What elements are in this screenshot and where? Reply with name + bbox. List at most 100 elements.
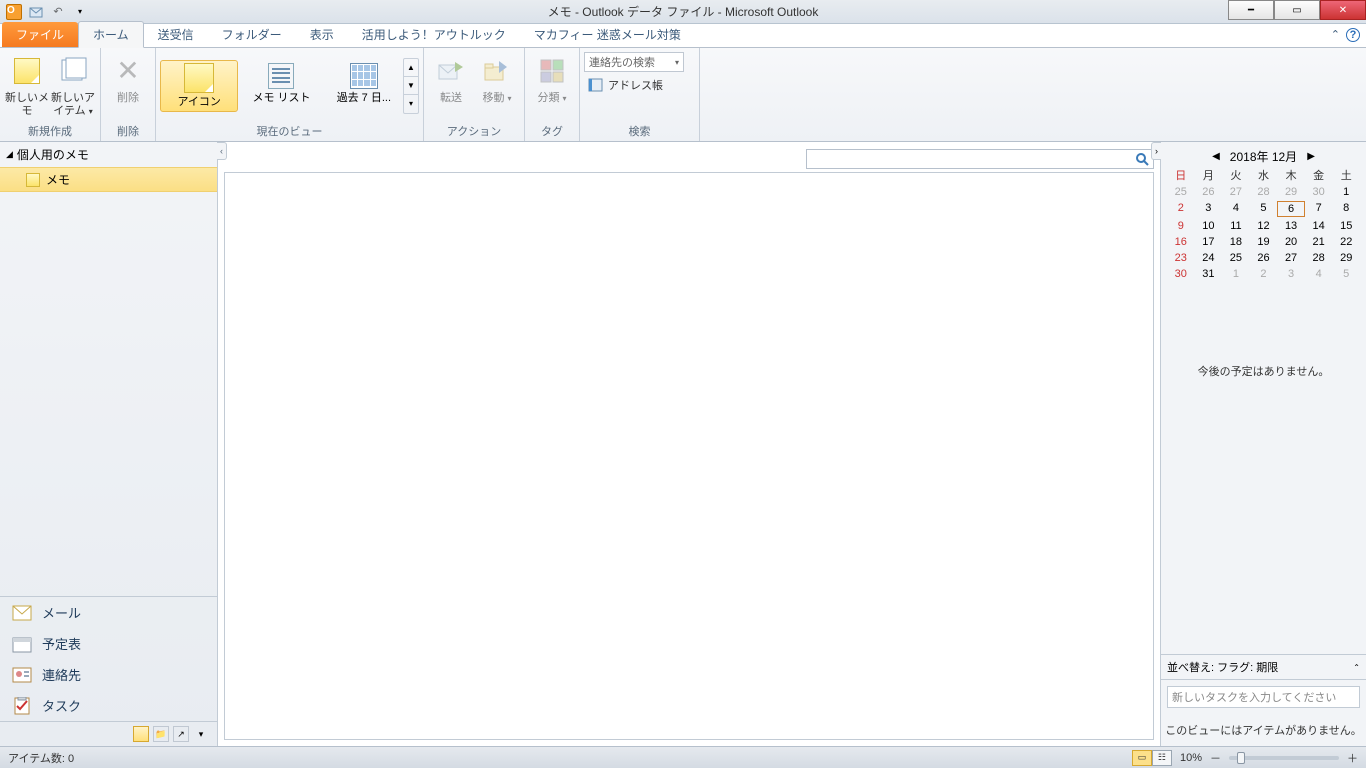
calendar-day[interactable]: 5 — [1250, 201, 1278, 217]
tab-home[interactable]: ホーム — [78, 21, 144, 48]
zoom-out-icon[interactable]: － — [1210, 750, 1221, 766]
calendar-day[interactable]: 26 — [1250, 251, 1278, 265]
calendar-day[interactable]: 27 — [1222, 185, 1250, 199]
new-task-input[interactable]: 新しいタスクを入力してください — [1167, 686, 1360, 708]
gallery-more-icon[interactable]: ▾ — [404, 95, 418, 113]
calendar-day[interactable]: 2 — [1250, 267, 1278, 281]
calendar-grid[interactable]: 2526272829301234567891011121314151617181… — [1161, 183, 1366, 283]
tab-folder[interactable]: フォルダー — [208, 22, 296, 47]
zoom-slider[interactable] — [1229, 756, 1339, 760]
calendar-day[interactable]: 19 — [1250, 235, 1278, 249]
calendar-day[interactable]: 6 — [1277, 201, 1305, 217]
view-icon-button[interactable]: アイコン — [160, 60, 238, 112]
calendar-day[interactable]: 13 — [1277, 219, 1305, 233]
calendar-day[interactable]: 20 — [1277, 235, 1305, 249]
shortcut-notes-icon[interactable] — [133, 726, 149, 742]
new-memo-button[interactable]: 新しいメモ — [4, 50, 50, 118]
forward-button[interactable]: 転送 — [428, 50, 474, 105]
move-button[interactable]: 移動 ▾ — [474, 50, 520, 105]
minimize-button[interactable]: ━ — [1228, 0, 1274, 20]
tab-send-receive[interactable]: 送受信 — [144, 22, 208, 47]
calendar-day[interactable]: 30 — [1167, 267, 1195, 281]
folder-root[interactable]: ◢ 個人用のメモ — [0, 142, 217, 167]
calendar-day[interactable]: 25 — [1222, 251, 1250, 265]
tab-mcafee[interactable]: マカフィー 迷惑メール対策 — [520, 22, 695, 47]
view-reading-icon[interactable]: ☷ — [1152, 750, 1172, 766]
calendar-day[interactable]: 31 — [1195, 267, 1223, 281]
view-gallery-nav[interactable]: ▲ ▼ ▾ — [403, 58, 419, 114]
minimize-ribbon-icon[interactable]: ⌃ — [1331, 28, 1340, 42]
view-week-button[interactable]: 過去 7 日... — [325, 60, 403, 112]
calendar-day[interactable]: 5 — [1332, 267, 1360, 281]
calendar-day[interactable]: 1 — [1332, 185, 1360, 199]
calendar-day[interactable]: 30 — [1305, 185, 1333, 199]
calendar-day[interactable]: 28 — [1250, 185, 1278, 199]
calendar-day[interactable]: 15 — [1332, 219, 1360, 233]
folder-memo[interactable]: メモ — [0, 167, 217, 192]
tab-outlook-extras[interactable]: 活用しよう！アウトルック — [348, 22, 520, 47]
gallery-up-icon[interactable]: ▲ — [404, 59, 418, 77]
ribbon-group-tag-label: タグ — [529, 121, 575, 141]
calendar-day[interactable]: 27 — [1277, 251, 1305, 265]
shortcut-link-icon[interactable]: ↗ — [173, 726, 189, 742]
calendar-day[interactable]: 7 — [1305, 201, 1333, 217]
view-list-button[interactable]: メモ リスト — [242, 60, 320, 112]
search-contacts-input[interactable]: 連絡先の検索 ▾ — [584, 52, 684, 72]
calendar-day[interactable]: 22 — [1332, 235, 1360, 249]
calendar-dow-cell: 金 — [1305, 167, 1333, 183]
calendar-day[interactable]: 17 — [1195, 235, 1223, 249]
zoom-in-icon[interactable]: ＋ — [1347, 750, 1358, 766]
calendar-day[interactable]: 21 — [1305, 235, 1333, 249]
calendar-day[interactable]: 29 — [1277, 185, 1305, 199]
search-box[interactable] — [806, 149, 1154, 169]
calendar-day[interactable]: 9 — [1167, 219, 1195, 233]
calendar-day[interactable]: 8 — [1332, 201, 1360, 217]
categorize-button[interactable]: 分類 ▾ — [529, 50, 575, 105]
task-sort-header[interactable]: 並べ替え: フラグ: 期限 ⌃ — [1161, 655, 1366, 680]
tab-view[interactable]: 表示 — [296, 22, 348, 47]
calendar-prev-icon[interactable]: ◀ — [1212, 151, 1220, 162]
notes-canvas[interactable] — [224, 172, 1154, 740]
calendar-day[interactable]: 16 — [1167, 235, 1195, 249]
calendar-day[interactable]: 14 — [1305, 219, 1333, 233]
outlook-icon[interactable]: O — [4, 2, 24, 22]
nav-tasks[interactable]: タスク — [0, 690, 217, 721]
close-button[interactable]: ✕ — [1320, 0, 1366, 20]
calendar-day[interactable]: 1 — [1222, 267, 1250, 281]
calendar-day[interactable]: 2 — [1167, 201, 1195, 217]
undo-icon[interactable]: ↶ — [48, 2, 68, 22]
help-icon[interactable]: ? — [1346, 28, 1360, 42]
calendar-day[interactable]: 12 — [1250, 219, 1278, 233]
calendar-day[interactable]: 29 — [1332, 251, 1360, 265]
nav-tasks-label: タスク — [42, 696, 81, 715]
address-book-button[interactable]: アドレス帳 — [584, 75, 695, 95]
calendar-day[interactable]: 3 — [1277, 267, 1305, 281]
calendar-day[interactable]: 23 — [1167, 251, 1195, 265]
calendar-day[interactable]: 25 — [1167, 185, 1195, 199]
send-receive-icon[interactable] — [26, 2, 46, 22]
file-tab[interactable]: ファイル — [2, 22, 78, 47]
new-item-button[interactable]: 新しいアイテム ▾ — [50, 50, 96, 118]
collapse-right-icon[interactable]: › — [1151, 142, 1161, 160]
calendar-day[interactable]: 28 — [1305, 251, 1333, 265]
nav-mail[interactable]: メール — [0, 597, 217, 628]
gallery-down-icon[interactable]: ▼ — [404, 77, 418, 95]
view-normal-icon[interactable]: ▭ — [1132, 750, 1152, 766]
delete-button[interactable]: ✕ 削除 — [105, 50, 151, 105]
calendar-day[interactable]: 26 — [1195, 185, 1223, 199]
calendar-day[interactable]: 24 — [1195, 251, 1223, 265]
shortcut-folder-icon[interactable]: 📁 — [153, 726, 169, 742]
calendar-day[interactable]: 11 — [1222, 219, 1250, 233]
nav-calendar[interactable]: 予定表 — [0, 628, 217, 659]
collapse-left-icon[interactable]: ‹ — [217, 142, 227, 160]
calendar-next-icon[interactable]: ▶ — [1307, 151, 1315, 162]
shortcut-more-icon[interactable]: ▾ — [193, 726, 209, 742]
calendar-day[interactable]: 18 — [1222, 235, 1250, 249]
calendar-day[interactable]: 3 — [1195, 201, 1223, 217]
calendar-day[interactable]: 10 — [1195, 219, 1223, 233]
calendar-day[interactable]: 4 — [1305, 267, 1333, 281]
maximize-button[interactable]: ▭ — [1274, 0, 1320, 20]
calendar-day[interactable]: 4 — [1222, 201, 1250, 217]
qat-dropdown-icon[interactable]: ▾ — [70, 2, 90, 22]
nav-contacts[interactable]: 連絡先 — [0, 659, 217, 690]
